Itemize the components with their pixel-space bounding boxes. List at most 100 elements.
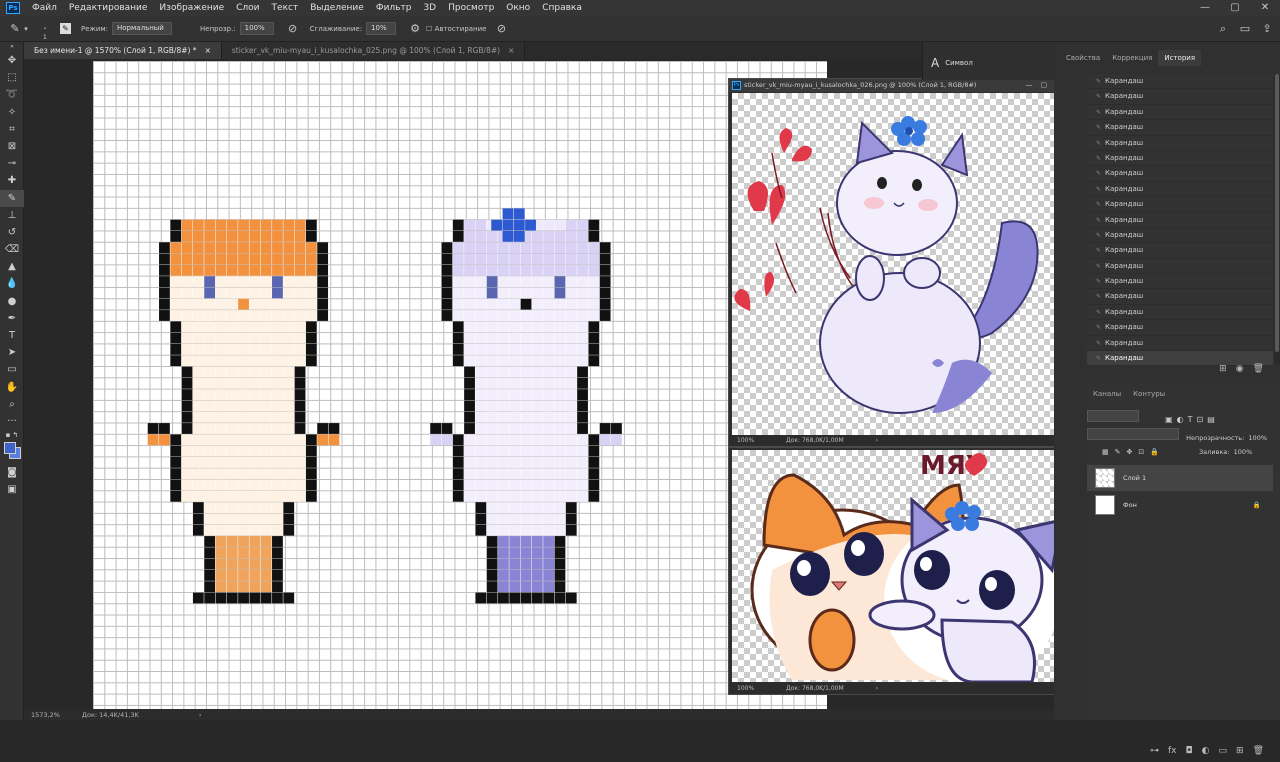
- history-item[interactable]: Карандаш: [1087, 259, 1273, 275]
- history-item[interactable]: Карандаш: [1087, 105, 1273, 121]
- new-layer-icon[interactable]: ⊞: [1236, 746, 1244, 762]
- history-item[interactable]: Карандаш: [1087, 182, 1273, 198]
- layer-row-layer1[interactable]: Слой 1: [1087, 465, 1273, 491]
- fx-icon[interactable]: fx: [1168, 746, 1177, 762]
- pressure-size-icon[interactable]: ⊘: [494, 22, 508, 36]
- color-swatches[interactable]: [0, 440, 23, 464]
- history-item[interactable]: Карандаш: [1087, 74, 1273, 90]
- floating-window-sticker-2[interactable]: МЯУ 100% Док: 768,0K/1,00M ›: [728, 447, 1074, 695]
- history-item[interactable]: Карандаш: [1087, 197, 1273, 213]
- type-tool-icon[interactable]: T: [0, 327, 24, 344]
- floating-window-sticker-026[interactable]: Ps sticker_vk_miu-myau_i_kusalochka_026.…: [728, 78, 1074, 447]
- mode-select[interactable]: Нормальный: [112, 22, 173, 35]
- pen-tool-icon[interactable]: ✒: [0, 310, 24, 327]
- floating-status-arrow[interactable]: ›: [876, 437, 878, 444]
- history-item[interactable]: Карандаш: [1087, 166, 1273, 182]
- quick-mask-icon[interactable]: ◙: [0, 464, 24, 481]
- tab-paths[interactable]: Контуры: [1127, 386, 1171, 402]
- history-item[interactable]: Карандаш: [1087, 151, 1273, 167]
- menu-item[interactable]: Файл: [26, 0, 63, 16]
- smoothing-field[interactable]: 10%: [366, 22, 397, 35]
- pixel-canvas[interactable]: [93, 61, 827, 709]
- swap-colors-icon[interactable]: ▪ ↰: [0, 430, 24, 440]
- layer-fill-value[interactable]: 100%: [1234, 448, 1253, 456]
- floating-zoom[interactable]: 100%: [737, 437, 754, 444]
- screen-mode-icon[interactable]: ▣: [0, 481, 24, 498]
- autoerase-checkbox[interactable]: ☐ Автостирание: [426, 25, 486, 33]
- history-item[interactable]: Карандаш: [1087, 289, 1273, 305]
- marquee-tool-icon[interactable]: ⬚: [0, 69, 24, 86]
- stamp-tool-icon[interactable]: ⊥: [0, 207, 24, 224]
- history-scrollbar[interactable]: [1274, 74, 1280, 364]
- history-item[interactable]: Карандаш: [1087, 243, 1273, 259]
- tab-document-1[interactable]: Без имени-1 @ 1570% (Слой 1, RGB/8#) * ×: [24, 42, 222, 59]
- symbol-panel[interactable]: A Символ: [922, 42, 1054, 80]
- layer-filter-select[interactable]: [1087, 410, 1139, 422]
- history-item[interactable]: Карандаш: [1087, 320, 1273, 336]
- menu-item[interactable]: Изображение: [153, 0, 230, 16]
- blur-tool-icon[interactable]: 💧: [0, 275, 24, 292]
- trash-icon[interactable]: 🗑: [1253, 364, 1264, 380]
- history-item[interactable]: Карандаш: [1087, 228, 1273, 244]
- workspace-icon[interactable]: ▭: [1238, 22, 1252, 36]
- lock-icons[interactable]: ▦✎✥⊡🔒: [1102, 448, 1165, 456]
- snapshot-icon[interactable]: ◉: [1236, 364, 1244, 380]
- share-icon[interactable]: ⇪: [1260, 22, 1274, 36]
- tab-channels[interactable]: Каналы: [1087, 386, 1127, 402]
- close-tab-icon[interactable]: ×: [508, 46, 514, 55]
- zoom-level[interactable]: 1573,2%: [31, 711, 60, 719]
- brush-settings-icon[interactable]: ✎: [60, 23, 71, 34]
- tab-adjustments[interactable]: Коррекция: [1106, 50, 1158, 66]
- layer-opacity-value[interactable]: 100%: [1248, 434, 1267, 442]
- menu-item[interactable]: Редактирование: [63, 0, 154, 16]
- menu-item[interactable]: Фильтр: [370, 0, 418, 16]
- hand-tool-icon[interactable]: ✋: [0, 379, 24, 396]
- close-tab-icon[interactable]: ×: [205, 46, 211, 55]
- link-layers-icon[interactable]: ⊶: [1150, 746, 1159, 762]
- lasso-tool-icon[interactable]: ➰: [0, 86, 24, 103]
- history-item[interactable]: Карандаш: [1087, 336, 1273, 352]
- menu-item[interactable]: Справка: [536, 0, 588, 16]
- chevron-down-icon[interactable]: ▾: [22, 22, 30, 36]
- mask-icon[interactable]: ◘: [1186, 746, 1193, 762]
- history-brush-icon[interactable]: ↺: [0, 224, 24, 241]
- frame-tool-icon[interactable]: ⊠: [0, 138, 24, 155]
- eraser-tool-icon[interactable]: ⌫: [0, 241, 24, 258]
- adjustment-icon[interactable]: ◐: [1202, 746, 1210, 762]
- lock-icon[interactable]: 🔒: [1253, 492, 1261, 518]
- collapse-icon[interactable]: »: [0, 42, 24, 52]
- history-item[interactable]: Карандаш: [1087, 213, 1273, 228]
- quick-select-tool-icon[interactable]: ✧: [0, 104, 24, 121]
- menu-item[interactable]: Слои: [230, 0, 265, 16]
- tab-properties[interactable]: Свойства: [1060, 50, 1106, 66]
- search-icon[interactable]: ⌕: [1216, 22, 1230, 36]
- pencil-tool-icon[interactable]: ✎: [0, 189, 24, 207]
- move-tool-icon[interactable]: ✥: [0, 52, 24, 69]
- layer-name[interactable]: Слой 1: [1123, 465, 1146, 491]
- layer-row-background[interactable]: Фон 🔒: [1087, 492, 1273, 518]
- path-select-tool-icon[interactable]: ➤: [0, 344, 24, 361]
- gear-icon[interactable]: ⚙: [408, 22, 422, 36]
- history-item[interactable]: Карандаш: [1087, 89, 1273, 105]
- tab-history[interactable]: История: [1158, 50, 1202, 66]
- crop-tool-icon[interactable]: ⌗: [0, 121, 24, 138]
- menu-item[interactable]: Окно: [500, 0, 536, 16]
- opacity-field[interactable]: 100%: [239, 22, 274, 35]
- history-item[interactable]: Карандаш: [1087, 274, 1273, 290]
- rectangle-tool-icon[interactable]: ▭: [0, 361, 24, 378]
- dodge-tool-icon[interactable]: ●: [0, 293, 24, 310]
- new-doc-from-state-icon[interactable]: ⊞: [1219, 364, 1227, 380]
- floating-status-arrow[interactable]: ›: [876, 685, 878, 692]
- menu-item[interactable]: 3D: [417, 0, 442, 16]
- floating-window-title[interactable]: Ps sticker_vk_miu-myau_i_kusalochka_026.…: [729, 79, 1073, 92]
- layer-name[interactable]: Фон: [1123, 492, 1137, 518]
- tab-document-2[interactable]: sticker_vk_miu-myau_i_kusalochka_025.png…: [221, 42, 526, 59]
- close-button[interactable]: ✕: [1250, 0, 1280, 16]
- history-item[interactable]: Карандаш: [1087, 136, 1273, 151]
- healing-tool-icon[interactable]: ✚: [0, 172, 24, 189]
- pencil-tool-icon[interactable]: ✎: [8, 22, 22, 36]
- status-arrow[interactable]: ›: [199, 711, 202, 719]
- layer-filter-icons[interactable]: ▣◐T⊡▤: [1165, 415, 1219, 424]
- menu-item[interactable]: Просмотр: [442, 0, 500, 16]
- foreground-color-swatch[interactable]: [4, 442, 16, 455]
